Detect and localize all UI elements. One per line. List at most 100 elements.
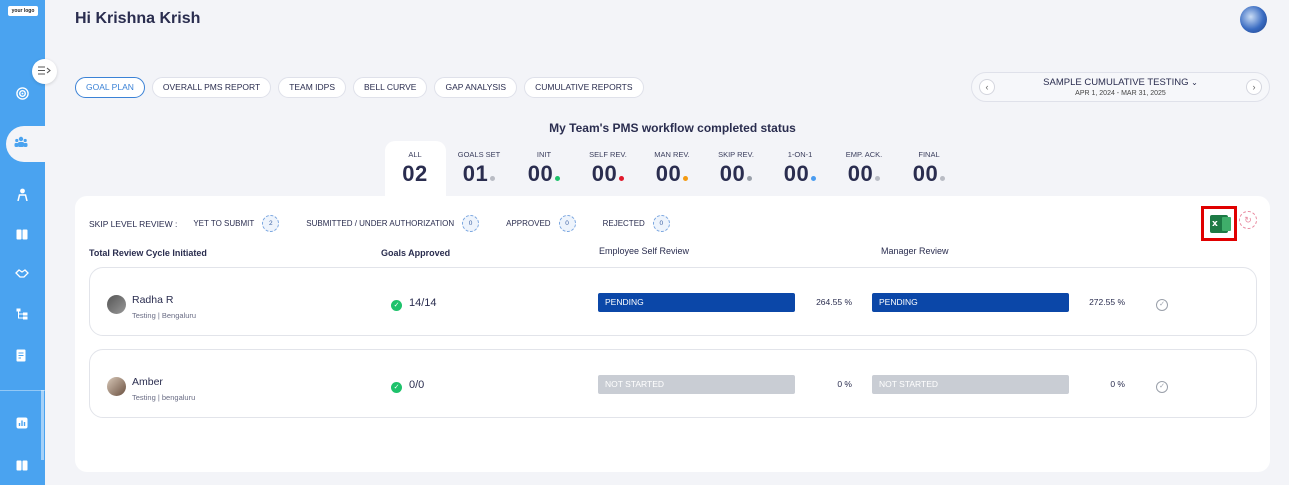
cycle-name: SAMPLE CUMULATIVE TESTING	[1043, 77, 1189, 88]
counter-label: GOALS SET	[457, 150, 501, 159]
status-dot	[811, 176, 817, 181]
counter-skip-rev[interactable]: SKIP REV. 00	[701, 150, 771, 187]
user-avatar[interactable]	[1240, 6, 1267, 33]
book-icon[interactable]	[13, 456, 31, 474]
cycle-date-range: APR 1, 2024 - MAR 31, 2025	[1075, 90, 1166, 97]
status-dot	[875, 176, 881, 181]
skip-filter-submitted[interactable]: SUBMITTED / UNDER AUTHORIZATION 0	[306, 215, 480, 232]
employee-meta: Testing | bengaluru	[132, 393, 196, 402]
skip-filter-label: YET TO SUBMIT	[193, 219, 255, 228]
check-circle-icon: ✓	[391, 300, 402, 311]
counter-init[interactable]: INIT 00	[509, 150, 579, 187]
status-dot	[490, 176, 496, 181]
count-badge: 0	[462, 215, 480, 232]
counter-label: 1-ON-1	[787, 150, 813, 159]
counter-value: 00	[847, 161, 874, 186]
counter-final[interactable]: FINAL 00	[894, 150, 964, 187]
collapse-arrow-icon	[38, 65, 51, 78]
person-icon[interactable]	[13, 185, 31, 203]
team-review-card: SKIP LEVEL REVIEW : YET TO SUBMIT 2 SUBM…	[75, 196, 1270, 472]
cycle-dropdown[interactable]: SAMPLE CUMULATIVE TESTING ⌄	[972, 77, 1269, 88]
hierarchy-icon[interactable]	[13, 305, 31, 323]
counter-label: INIT	[536, 150, 552, 159]
counter-value: 01	[462, 161, 489, 186]
export-excel-button[interactable]: x	[1201, 206, 1237, 241]
counter-value: 00	[719, 161, 746, 186]
team-icon	[14, 135, 28, 153]
manager-review-status-bar[interactable]: PENDING	[872, 293, 1069, 312]
employee-name[interactable]: Amber	[132, 376, 163, 388]
report-icon[interactable]	[13, 414, 31, 432]
avatar	[107, 295, 126, 314]
handshake-icon[interactable]	[13, 264, 31, 282]
self-review-percent: 264.55 %	[816, 297, 852, 307]
report-tabs: GOAL PLAN OVERALL PMS REPORT TEAM IDPS B…	[75, 77, 644, 98]
skip-filter-rejected[interactable]: REJECTED 0	[603, 215, 670, 232]
tab-goal-plan[interactable]: GOAL PLAN	[75, 77, 145, 98]
tab-team-idps[interactable]: TEAM IDPS	[278, 77, 346, 98]
skip-level-label: SKIP LEVEL REVIEW :	[89, 218, 178, 229]
sidebar-divider	[0, 390, 45, 391]
counter-value: 00	[591, 161, 618, 186]
counter-value: 00	[912, 161, 939, 186]
skip-filter-approved[interactable]: APPROVED 0	[506, 215, 576, 232]
status-dot	[940, 176, 946, 181]
document-edit-icon[interactable]	[13, 346, 31, 364]
counter-goals-set[interactable]: GOALS SET 01	[444, 150, 514, 187]
collapse-sidebar-button[interactable]	[32, 59, 57, 84]
table-row[interactable]: Amber Testing | bengaluru ✓ 0/0 NOT STAR…	[89, 349, 1257, 418]
status-dot	[747, 176, 753, 181]
check-circle-icon: ✓	[391, 382, 402, 393]
counter-label: FINAL	[918, 150, 940, 159]
tab-cumulative-reports[interactable]: CUMULATIVE REPORTS	[524, 77, 644, 98]
skip-filter-yet-to-submit[interactable]: YET TO SUBMIT 2	[193, 215, 280, 232]
count-badge: 0	[558, 215, 576, 232]
counter-label: SKIP REV.	[718, 150, 754, 159]
status-dot	[619, 176, 625, 181]
manager-review-status-bar[interactable]: NOT STARTED	[872, 375, 1069, 394]
counter-value: 00	[655, 161, 682, 186]
counter-man-rev[interactable]: MAN REV. 00	[637, 150, 707, 187]
goals-approved-value: 14/14	[409, 297, 437, 309]
refresh-icon[interactable]: ↻	[1239, 211, 1257, 229]
goals-approved-value: 0/0	[409, 379, 425, 391]
sidebar-scrollbar[interactable]	[41, 390, 44, 460]
next-cycle-button[interactable]: ›	[1246, 79, 1262, 95]
excel-icon: x	[1210, 214, 1231, 233]
column-header-self-review: Employee Self Review	[599, 246, 690, 256]
counter-value: 02	[402, 161, 428, 186]
tab-overall-pms-report[interactable]: OVERALL PMS REPORT	[151, 77, 272, 98]
counter-label: ALL	[408, 150, 422, 159]
avatar	[107, 377, 126, 396]
skip-filter-label: APPROVED	[506, 219, 551, 228]
target-icon[interactable]	[13, 84, 31, 102]
counter-self-rev[interactable]: SELF REV. 00	[573, 150, 643, 187]
book-icon[interactable]	[13, 225, 31, 243]
skip-filter-label: REJECTED	[602, 219, 645, 228]
count-badge: 2	[262, 215, 280, 232]
counter-label: MAN REV.	[654, 150, 690, 159]
table-row[interactable]: Radha R Testing | Bengaluru ✓ 14/14 PEND…	[89, 267, 1257, 336]
self-review-percent: 0 %	[837, 379, 852, 389]
status-dot	[683, 176, 689, 181]
tab-bell-curve[interactable]: BELL CURVE	[353, 77, 428, 98]
counter-label: EMP. ACK.	[845, 150, 883, 159]
status-dot	[555, 176, 561, 181]
skip-filter-label: SUBMITTED / UNDER AUTHORIZATION	[306, 219, 455, 228]
company-logo: your logo	[8, 6, 38, 16]
check-circle-icon[interactable]: ✓	[1156, 299, 1168, 311]
employee-name[interactable]: Radha R	[132, 294, 173, 306]
count-badge: 0	[652, 215, 670, 232]
counter-label: SELF REV.	[589, 150, 627, 159]
tab-gap-analysis[interactable]: GAP ANALYSIS	[434, 77, 518, 98]
employee-meta: Testing | Bengaluru	[132, 311, 197, 320]
check-circle-icon[interactable]: ✓	[1156, 381, 1168, 393]
counter-emp-ack[interactable]: EMP. ACK. 00	[829, 150, 899, 187]
workflow-status-title: My Team's PMS workflow completed status	[549, 121, 796, 135]
counter-all[interactable]: ALL 02	[380, 150, 450, 187]
review-cycle-selector: ‹ SAMPLE CUMULATIVE TESTING ⌄ APR 1, 202…	[971, 72, 1270, 102]
self-review-status-bar[interactable]: PENDING	[598, 293, 795, 312]
skip-level-review-summary: SKIP LEVEL REVIEW : YET TO SUBMIT 2 SUBM…	[89, 215, 697, 232]
counter-one-on-one[interactable]: 1-ON-1 00	[765, 150, 835, 187]
self-review-status-bar[interactable]: NOT STARTED	[598, 375, 795, 394]
